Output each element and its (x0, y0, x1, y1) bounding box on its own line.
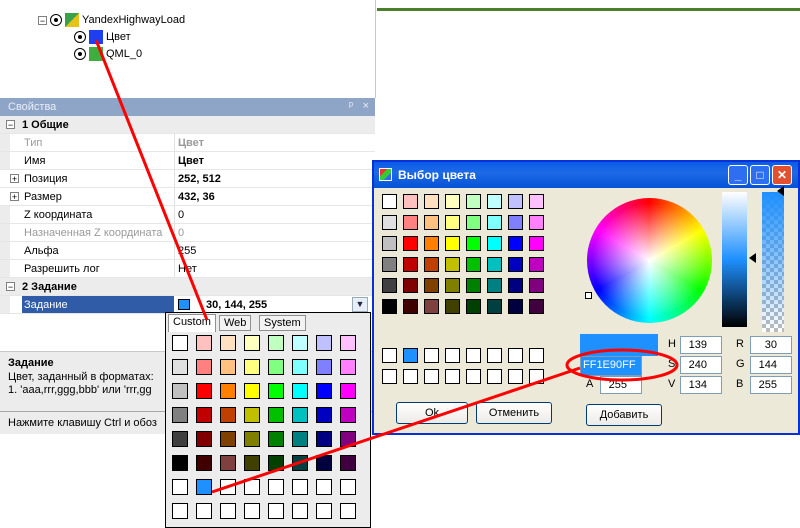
annotation-arrow-line (211, 366, 581, 494)
annotation-ellipse (565, 348, 679, 382)
annotation-overlay (94, 39, 679, 494)
annotation-arrow-line (94, 39, 209, 321)
